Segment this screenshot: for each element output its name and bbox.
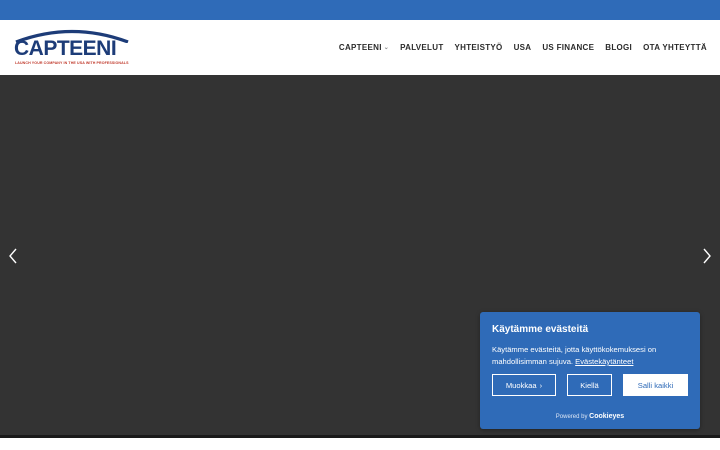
top-bar [0, 0, 720, 20]
main-nav: CAPTEENI ⌄ PALVELUT YHTEISTYÖ USA US FIN… [339, 43, 707, 52]
nav-item-us-finance[interactable]: US FINANCE [542, 43, 594, 52]
cookie-body: Käytämme evästeitä, jotta käyttökokemuks… [492, 344, 682, 368]
logo-wordmark: CAPTEENI [14, 37, 117, 60]
nav-item-yhteistyo[interactable]: YHTEISTYÖ [455, 43, 503, 52]
powered-by: Powered by Cookieyes [480, 413, 700, 420]
nav-item-ota-yhteytta[interactable]: OTA YHTEYTTÄ [643, 43, 707, 52]
nav-item-palvelut[interactable]: PALVELUT [400, 43, 443, 52]
nav-label: YHTEISTYÖ [454, 43, 503, 52]
nav-label: CAPTEENI [338, 43, 382, 52]
chevron-right-icon: › [539, 380, 543, 390]
logo-tagline: LAUNCH YOUR COMPANY IN THE USA WITH PROF… [15, 61, 129, 65]
nav-label: BLOGI [605, 43, 633, 52]
reject-button[interactable]: Kiellä [567, 374, 612, 396]
cookie-policy-link[interactable]: Evästekäytänteet [575, 357, 633, 366]
capteeni-logo[interactable]: CAPTEENI LAUNCH YOUR COMPANY IN THE USA … [14, 27, 130, 69]
nav-item-usa[interactable]: USA [514, 43, 532, 52]
nav-label: USA [513, 43, 532, 52]
cookie-title: Käytämme evästeitä [492, 324, 589, 335]
nav-label: OTA YHTEYTTÄ [643, 43, 707, 52]
nav-label: US FINANCE [542, 43, 595, 52]
cookie-consent-banner: Käytämme evästeitä Käytämme evästeitä, j… [480, 312, 700, 429]
chevron-right-icon[interactable] [700, 247, 714, 265]
nav-label: PALVELUT [400, 43, 444, 52]
chevron-left-icon[interactable] [6, 247, 20, 265]
hero-bottom-edge [0, 435, 720, 438]
chevron-down-icon: ⌄ [383, 45, 390, 51]
site-header: CAPTEENI LAUNCH YOUR COMPANY IN THE USA … [0, 20, 720, 75]
accept-all-button[interactable]: Salli kaikki [623, 374, 688, 396]
cookieyes-brand[interactable]: Cookieyes [589, 413, 624, 420]
customize-label: Muokkaa [505, 380, 537, 390]
powered-prefix: Powered by [555, 414, 588, 420]
customize-button[interactable]: Muokkaa › [492, 374, 556, 396]
nav-item-blogi[interactable]: BLOGI [605, 43, 632, 52]
nav-item-capteeni[interactable]: CAPTEENI ⌄ [339, 43, 389, 52]
